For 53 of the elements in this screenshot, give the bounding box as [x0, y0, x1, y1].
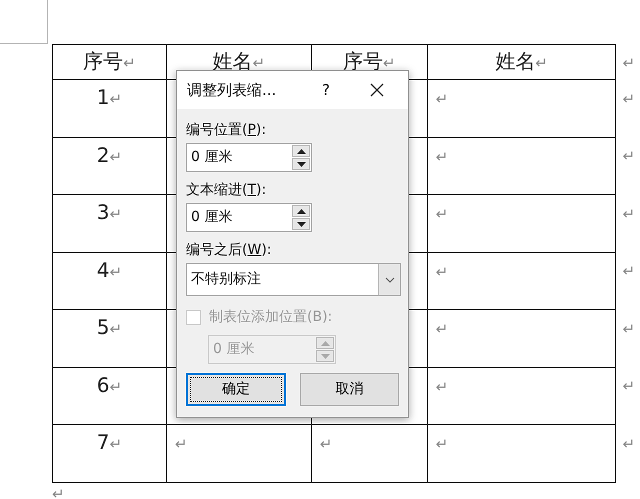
row-end-mark: ↵ [622, 204, 636, 222]
paragraph-mark: ↵ [110, 320, 122, 338]
row-end-mark: ↵ [622, 377, 636, 395]
paragraph-mark: ↵ [110, 148, 122, 166]
spin-field[interactable]: 0 厘米 [186, 143, 312, 172]
row-number: 5 [96, 315, 110, 339]
paragraph-mark: ↵ [436, 262, 448, 280]
paragraph-mark: ↵ [174, 435, 188, 453]
paragraph-mark: ↵ [110, 205, 122, 223]
paragraph-mark: ↵ [252, 54, 266, 72]
row-end-mark: ↵ [622, 320, 636, 338]
field-label: 编号位置(P): [186, 121, 268, 139]
dropdown-field[interactable]: 不特别标注 [186, 263, 401, 296]
row-end-mark: ↵ [622, 54, 636, 72]
paragraph-mark: ↵ [110, 435, 122, 453]
paragraph-mark: ↵ [52, 485, 65, 499]
dialog-title: 调整列表缩... [187, 81, 276, 99]
row-number: 2 [96, 142, 110, 166]
checkbox-label: 制表位添加位置(B): [209, 308, 332, 326]
row-end-mark: ↵ [622, 262, 636, 280]
paragraph-mark: ↵ [535, 54, 548, 72]
help-button[interactable]: ? [322, 78, 330, 102]
paragraph-mark: ↵ [436, 148, 448, 166]
row-number: 6 [96, 372, 110, 396]
paragraph-mark: ↵ [436, 378, 448, 396]
cancel-button[interactable]: 取消 [300, 373, 399, 406]
row-end-mark: ↵ [622, 90, 636, 108]
column-header: 序号 [342, 49, 383, 73]
paragraph-mark: ↵ [110, 262, 122, 280]
row-number: 7 [96, 430, 110, 454]
close-icon[interactable] [370, 83, 384, 97]
paragraph-mark: ↵ [436, 435, 448, 453]
paragraph-mark: ↵ [436, 320, 448, 338]
row-number: 4 [96, 258, 110, 282]
paragraph-mark: ↵ [436, 90, 448, 108]
paragraph-mark: ↵ [436, 205, 448, 223]
chevron-down-icon [384, 276, 394, 282]
paragraph-mark: ↵ [110, 378, 122, 396]
row-end-mark: ↵ [622, 147, 636, 165]
column-header: 姓名 [212, 49, 253, 73]
paragraph-mark: ↵ [382, 54, 396, 72]
column-header: 姓名 [495, 49, 536, 73]
row-number: 3 [96, 200, 110, 224]
spin-field[interactable]: 0 厘米 [186, 203, 312, 232]
paragraph-mark: ↵ [110, 90, 122, 108]
field-label: 文本缩进(T): [186, 181, 268, 199]
paragraph-mark: ↵ [320, 435, 332, 453]
field-label: 编号之后(W): [186, 241, 272, 259]
paragraph-mark: ↵ [123, 54, 136, 72]
row-end-mark: ↵ [622, 434, 636, 452]
column-header: 序号 [83, 49, 124, 73]
row-number: 1 [96, 85, 110, 109]
ok-button[interactable]: 确定 [186, 373, 286, 406]
